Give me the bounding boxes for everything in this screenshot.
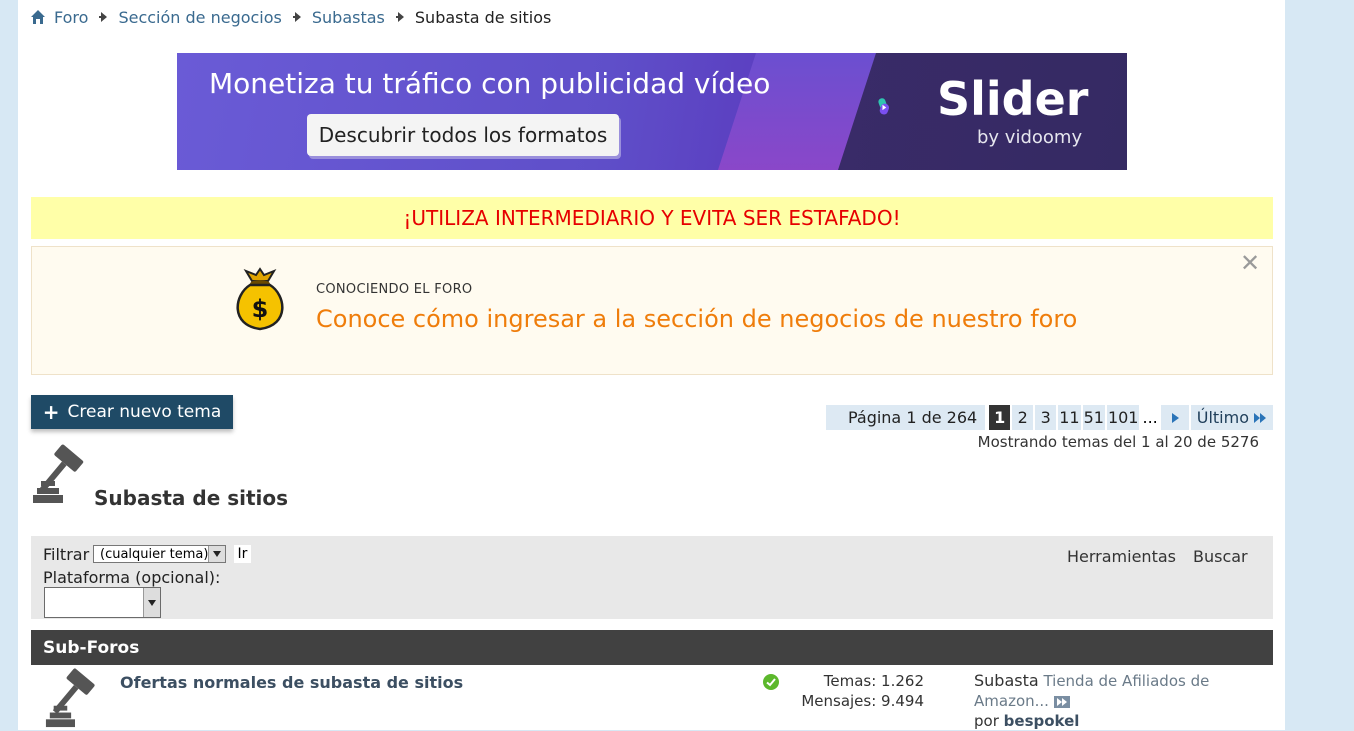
forum-title: Subasta de sitios [94, 486, 289, 510]
pagination: Página 1 de 264 1 2 3 11 51 101 ... Últi… [825, 405, 1273, 430]
subforum-stats: Temas: 1.262 Mensajes: 9.494 [791, 671, 924, 711]
page-link-1[interactable]: 1 [989, 405, 1011, 430]
next-page-button[interactable] [1160, 405, 1189, 430]
breadcrumb: Foro Sección de negocios Subastas Subast… [30, 6, 551, 28]
gavel-icon [45, 668, 95, 728]
showing-count: Mostrando temas del 1 al 20 de 5276 [977, 433, 1259, 451]
last-page-label: Último [1196, 408, 1249, 427]
svg-text:$: $ [252, 295, 269, 323]
pagination-ellipsis: ... [1142, 408, 1158, 427]
tools-menu[interactable]: Herramientas [1067, 547, 1176, 566]
subforums-header: Sub-Foros [31, 630, 1273, 665]
page-link-11[interactable]: 11 [1058, 405, 1081, 430]
ad-banner[interactable]: Monetiza tu tráfico con publicidad vídeo… [177, 53, 1127, 170]
subforum-topics: Temas: 1.262 [823, 672, 924, 690]
last-post-by: por [974, 712, 999, 730]
gavel-icon [33, 444, 84, 503]
plus-icon: + [42, 400, 60, 424]
breadcrumb-link-foro[interactable]: Foro [54, 8, 88, 27]
subforum-last-post: Subasta Tienda de Afiliados de Amazon...… [974, 671, 1274, 731]
subforum-messages: Mensajes: 9.494 [801, 692, 924, 710]
page-link-3[interactable]: 3 [1035, 405, 1057, 430]
notice-heading-link[interactable]: Conoce cómo ingresar a la sección de neg… [316, 305, 1077, 333]
check-icon [763, 674, 779, 690]
breadcrumb-link-subastas[interactable]: Subastas [312, 8, 385, 27]
last-post-prefix: Subasta [974, 671, 1039, 690]
subforum-title-link[interactable]: Ofertas normales de subasta de sitios [120, 673, 463, 692]
forum-notice: $ CONOCIENDO EL FORO Conoce cómo ingresa… [31, 246, 1273, 375]
chevron-down-icon [208, 546, 225, 562]
breadcrumb-separator-icon [292, 12, 301, 22]
breadcrumb-current: Subasta de sitios [414, 7, 552, 27]
breadcrumb-separator-icon [99, 12, 108, 22]
banner-cta-button[interactable]: Descubrir todos los formatos [307, 114, 619, 156]
slider-logo-icon [878, 98, 889, 115]
filter-bar: Filtrar (cualquier tema) Ir Plataforma (… [31, 536, 1273, 619]
new-thread-button[interactable]: + Crear nuevo tema [31, 395, 233, 429]
last-post-author-link[interactable]: bespokel [1004, 712, 1080, 730]
scam-warning: ¡UTILIZA INTERMEDIARIO Y EVITA SER ESTAF… [31, 197, 1273, 239]
new-thread-label: Crear nuevo tema [67, 402, 222, 422]
go-to-last-post-icon[interactable] [1053, 695, 1070, 708]
page-link-51[interactable]: 51 [1082, 405, 1105, 430]
platform-select[interactable] [44, 587, 161, 618]
banner-brand-by: by vidoomy [977, 127, 1083, 148]
pagination-info: Página 1 de 264 [825, 405, 986, 430]
breadcrumb-separator-icon [395, 12, 404, 22]
notice-kicker: CONOCIENDO EL FORO [316, 282, 473, 297]
breadcrumb-link-negocios[interactable]: Sección de negocios [118, 8, 281, 27]
filter-selected-value: (cualquier tema) [100, 547, 209, 562]
page: Foro Sección de negocios Subastas Subast… [18, 0, 1285, 730]
close-icon[interactable]: ✕ [1240, 251, 1260, 275]
page-link-101[interactable]: 101 [1106, 405, 1140, 430]
platform-label: Plataforma (opcional): [43, 568, 221, 587]
next-arrow-icon [1171, 412, 1179, 423]
chevron-down-icon [143, 588, 160, 617]
money-bag-icon: $ [236, 267, 284, 331]
banner-brand: Slider [937, 72, 1089, 126]
search-menu[interactable]: Buscar [1193, 547, 1248, 566]
banner-headline: Monetiza tu tráfico con publicidad vídeo [209, 67, 771, 100]
filter-go-button[interactable]: Ir [234, 545, 251, 563]
page-link-2[interactable]: 2 [1012, 405, 1034, 430]
double-arrow-icon [1254, 412, 1266, 423]
filter-select[interactable]: (cualquier tema) [93, 545, 226, 563]
filter-label: Filtrar [43, 545, 90, 564]
last-page-button[interactable]: Último [1190, 405, 1273, 430]
home-icon[interactable] [30, 9, 46, 25]
subforum-row: Ofertas normales de subasta de sitios Te… [31, 665, 1273, 730]
